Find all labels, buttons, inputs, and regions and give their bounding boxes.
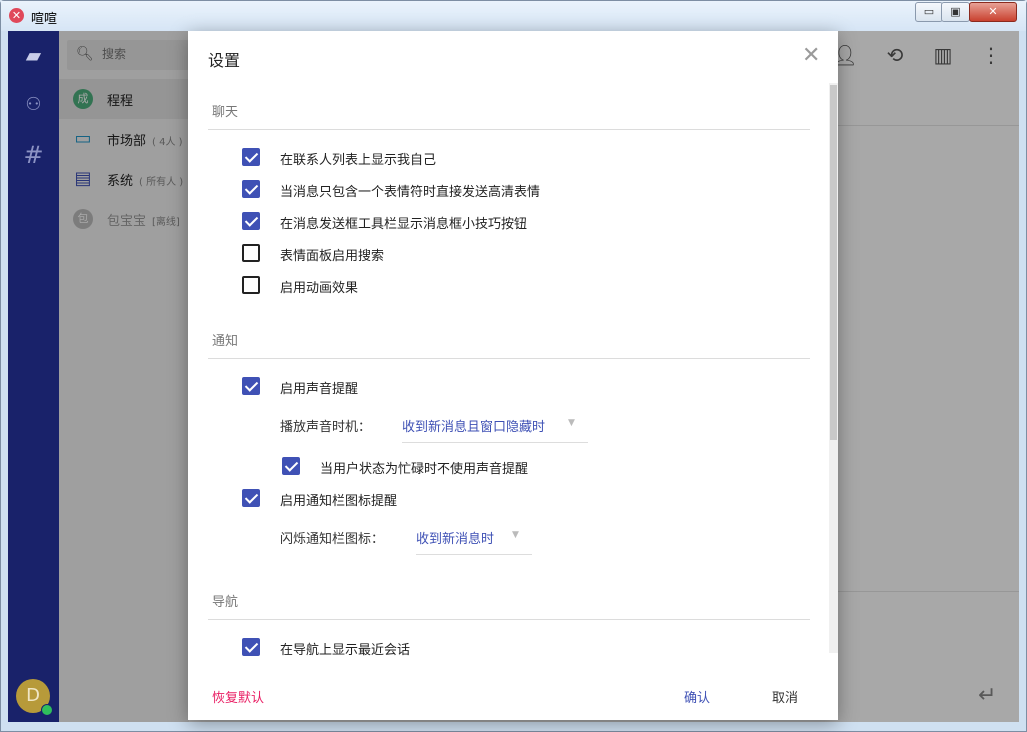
sound-timing-select[interactable]: 收到新消息且窗口隐藏时 ▼ — [402, 412, 588, 443]
settings-dialog: 设置 ✕ 聊天 在联系人列表上显示我自己 当消息只包含一个表情符时直接发送高清表… — [188, 31, 838, 720]
checkbox[interactable] — [282, 457, 300, 475]
divider — [208, 358, 810, 359]
left-navigation: ▰ ⚇ # D — [8, 31, 59, 722]
maximize-button[interactable]: ▣ — [941, 2, 970, 22]
option-label: 当用户状态为忙碌时不使用声音提醒 — [320, 462, 529, 477]
checkbox[interactable] — [242, 489, 260, 507]
window-title: 喧喧 — [31, 12, 58, 27]
online-status-icon — [41, 704, 53, 716]
checkbox[interactable] — [242, 244, 260, 262]
tray-flash-label: 闪烁通知栏图标： — [280, 532, 385, 547]
option-label: 启用动画效果 — [280, 281, 359, 296]
option-label: 在联系人列表上显示我自己 — [280, 153, 437, 168]
scrollbar-thumb[interactable] — [830, 85, 837, 440]
title-bar[interactable]: ✕ 喧喧 ▭ ▣ ✕ — [1, 1, 1026, 31]
divider — [208, 619, 810, 620]
section-title-notification: 通知 — [212, 334, 239, 349]
close-icon[interactable]: ✕ — [802, 43, 820, 68]
option-label: 当消息只包含一个表情符时直接发送高清表情 — [280, 185, 541, 200]
option-label: 在消息发送框工具栏显示消息框小技巧按钮 — [280, 217, 528, 232]
dialog-title: 设置 — [208, 51, 241, 70]
select-value: 收到新消息时 — [416, 532, 495, 547]
checkbox[interactable] — [242, 638, 260, 656]
people-icon[interactable]: ⚇ — [8, 83, 59, 127]
chat-bubble-icon[interactable]: ▰ — [8, 33, 59, 77]
hash-icon[interactable]: # — [8, 133, 59, 177]
option-label: 在导航上显示最近会话 — [280, 643, 411, 658]
option-label: 启用声音提醒 — [280, 382, 359, 397]
chevron-down-icon: ▼ — [512, 530, 519, 540]
checkbox[interactable] — [242, 276, 260, 294]
close-window-button[interactable]: ✕ — [969, 2, 1017, 22]
app-logo-icon: ✕ — [9, 8, 24, 23]
reset-defaults-button[interactable]: 恢复默认 — [212, 687, 264, 706]
checkbox[interactable] — [242, 148, 260, 166]
minimize-button[interactable]: ▭ — [915, 2, 943, 22]
sound-timing-label: 播放声音时机： — [280, 420, 372, 435]
select-value: 收到新消息且窗口隐藏时 — [402, 420, 546, 435]
section-title-chat: 聊天 — [212, 105, 239, 120]
checkbox[interactable] — [242, 180, 260, 198]
option-label: 表情面板启用搜索 — [280, 249, 385, 264]
section-title-navigation: 导航 — [212, 595, 239, 610]
option-label: 启用通知栏图标提醒 — [280, 494, 398, 509]
checkbox[interactable] — [242, 377, 260, 395]
chevron-down-icon: ▼ — [568, 418, 575, 428]
tray-flash-select[interactable]: 收到新消息时 ▼ — [416, 524, 532, 555]
divider — [208, 129, 810, 130]
confirm-button[interactable]: 确认 — [684, 687, 710, 706]
cancel-button[interactable]: 取消 — [772, 687, 798, 706]
checkbox[interactable] — [242, 212, 260, 230]
